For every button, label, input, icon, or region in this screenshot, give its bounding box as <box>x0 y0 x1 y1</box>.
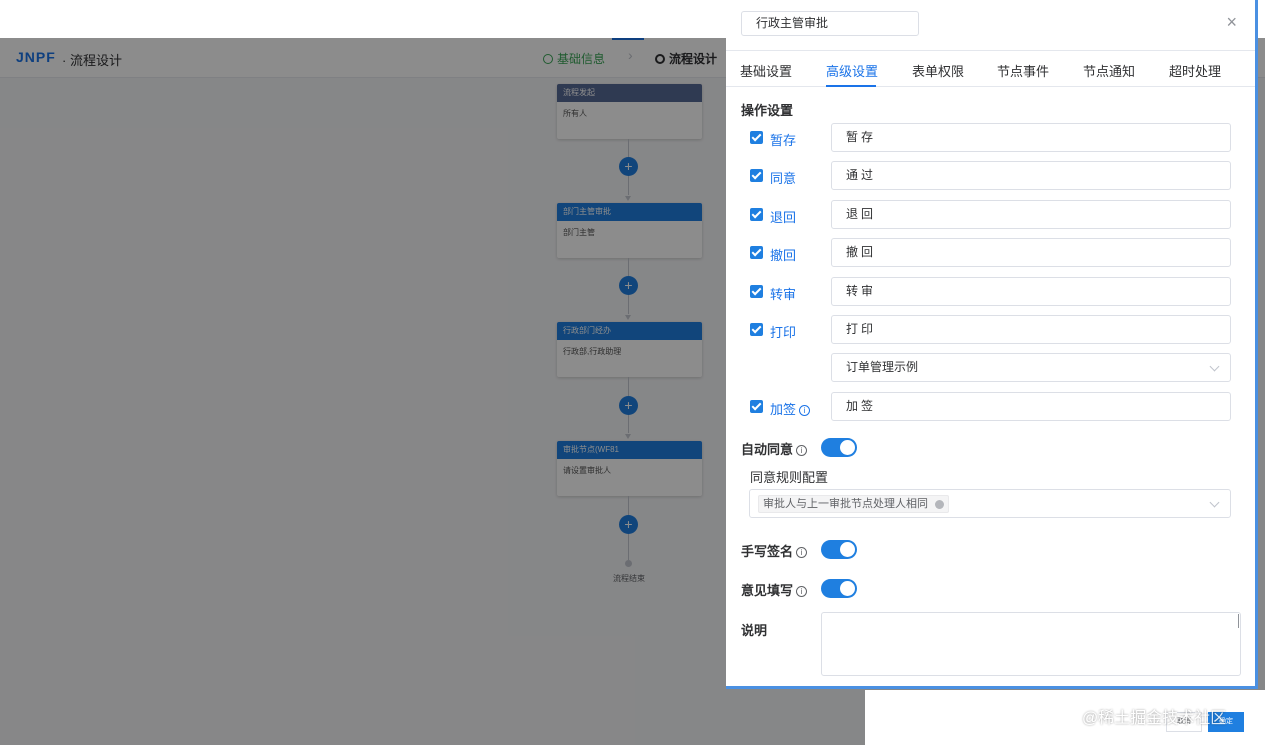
print-checkbox[interactable] <box>750 323 763 336</box>
chevron-down-icon <box>1209 361 1220 372</box>
active-tab-indicator <box>826 85 876 87</box>
node-settings-drawer: 行政主管审批 × 基础设置 高级设置 表单权限 节点事件 节点通知 超时处理 操… <box>726 0 1258 689</box>
tab-node-notifications[interactable]: 节点通知 <box>1083 61 1135 80</box>
chevron-down-icon <box>1209 497 1220 508</box>
operation-label: 打印 <box>770 325 797 340</box>
close-icon[interactable]: × <box>1226 12 1237 32</box>
print-template-row: 订单管理示例 <box>726 353 1255 383</box>
handwritten-signature-switch[interactable] <box>821 540 857 559</box>
node-name-input[interactable]: 行政主管审批 <box>741 11 919 36</box>
operation-row-transfer: 转审 转审 <box>726 277 1255 307</box>
info-icon[interactable]: i <box>796 547 808 558</box>
watermark: @稀土掘金技术社区 <box>1082 710 1227 727</box>
operation-settings-title: 操作设置 <box>741 103 794 118</box>
return-text-input[interactable]: 退回 <box>831 200 1231 229</box>
transfer-checkbox[interactable] <box>750 285 763 298</box>
operation-row-countersign: 加签 i 加签 <box>726 392 1255 422</box>
operation-row-print: 打印 打印 <box>726 315 1255 345</box>
approve-rule-label: 同意规则配置 <box>750 470 829 485</box>
auto-approve-switch[interactable] <box>821 438 857 457</box>
operation-label: 暂存 <box>770 133 797 148</box>
info-icon[interactable]: i <box>796 445 808 456</box>
operation-row-save-draft: 暂存 暂存 <box>726 123 1255 153</box>
tab-node-events[interactable]: 节点事件 <box>997 61 1049 80</box>
tab-timeout-handling[interactable]: 超时处理 <box>1169 61 1221 80</box>
withdraw-checkbox[interactable] <box>750 246 763 259</box>
return-checkbox[interactable] <box>750 208 763 221</box>
description-label: 说明 <box>741 623 768 638</box>
settings-tabs: 基础设置 高级设置 表单权限 节点事件 节点通知 超时处理 <box>726 50 1255 87</box>
save-draft-checkbox[interactable] <box>750 131 763 144</box>
countersign-checkbox[interactable] <box>750 400 763 413</box>
scrollbar[interactable] <box>1238 614 1239 628</box>
operation-label: 转审 <box>770 287 797 302</box>
operation-label: 同意 <box>770 171 797 186</box>
operation-label: 撤回 <box>770 248 797 263</box>
tab-basic-settings[interactable]: 基础设置 <box>740 61 792 80</box>
operation-row-return: 退回 退回 <box>726 200 1255 230</box>
withdraw-text-input[interactable]: 撤回 <box>831 238 1231 267</box>
rule-tag: 审批人与上一审批节点处理人相同 <box>758 495 949 513</box>
countersign-text-input[interactable]: 加签 <box>831 392 1231 421</box>
print-text-input[interactable]: 打印 <box>831 315 1231 344</box>
tab-form-permissions[interactable]: 表单权限 <box>912 61 964 80</box>
operation-label: 加签 i <box>770 399 811 418</box>
opinion-fill-label: 意见填写 i <box>741 580 808 599</box>
close-circle-icon[interactable] <box>935 500 944 509</box>
approve-text-input[interactable]: 通过 <box>831 161 1231 190</box>
operation-label: 退回 <box>770 210 797 225</box>
approve-checkbox[interactable] <box>750 169 763 182</box>
transfer-text-input[interactable]: 转审 <box>831 277 1231 306</box>
approve-rule-select[interactable]: 审批人与上一审批节点处理人相同 <box>749 489 1231 518</box>
auto-approve-label: 自动同意 i <box>741 439 808 458</box>
opinion-fill-switch[interactable] <box>821 579 857 598</box>
handwritten-signature-label: 手写签名 i <box>741 541 808 560</box>
description-textarea[interactable] <box>821 612 1241 676</box>
info-icon[interactable]: i <box>799 405 811 416</box>
tab-advanced-settings[interactable]: 高级设置 <box>826 61 878 80</box>
save-draft-text-input[interactable]: 暂存 <box>831 123 1231 152</box>
operation-row-approve: 同意 通过 <box>726 161 1255 191</box>
info-icon[interactable]: i <box>796 586 808 597</box>
operation-row-withdraw: 撤回 撤回 <box>726 238 1255 268</box>
print-template-select[interactable]: 订单管理示例 <box>831 353 1231 382</box>
